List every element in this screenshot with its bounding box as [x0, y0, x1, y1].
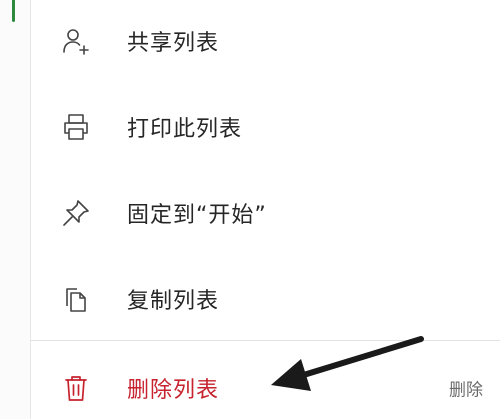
print-list-menu-item[interactable]: 打印此列表	[31, 97, 500, 157]
selected-list-indicator	[12, 0, 15, 22]
pin-to-start-label: 固定到“开始”	[127, 203, 267, 228]
delete-list-label: 删除列表	[127, 378, 220, 403]
trash-icon	[59, 371, 93, 405]
pin-to-start-menu-item[interactable]: 固定到“开始”	[31, 183, 500, 243]
copy-list-label: 复制列表	[127, 289, 220, 314]
print-list-label: 打印此列表	[127, 117, 243, 142]
share-list-label: 共享列表	[127, 31, 220, 56]
copy-icon	[59, 282, 93, 316]
annotation-arrow-icon	[271, 336, 424, 391]
copy-list-menu-item[interactable]: 复制列表	[31, 269, 500, 329]
printer-icon	[59, 110, 93, 144]
pin-icon	[59, 196, 93, 230]
share-person-icon	[59, 24, 93, 58]
delete-shortcut-hint: 删除	[449, 380, 483, 401]
list-panel-edge	[0, 0, 31, 419]
menu-divider	[31, 340, 500, 341]
list-context-menu: 共享列表 打印此列表 固定到“开始” 复制列表 删除列表 删除	[31, 0, 500, 419]
delete-list-menu-item[interactable]: 删除列表 删除	[31, 358, 500, 418]
share-list-menu-item[interactable]: 共享列表	[31, 11, 500, 71]
